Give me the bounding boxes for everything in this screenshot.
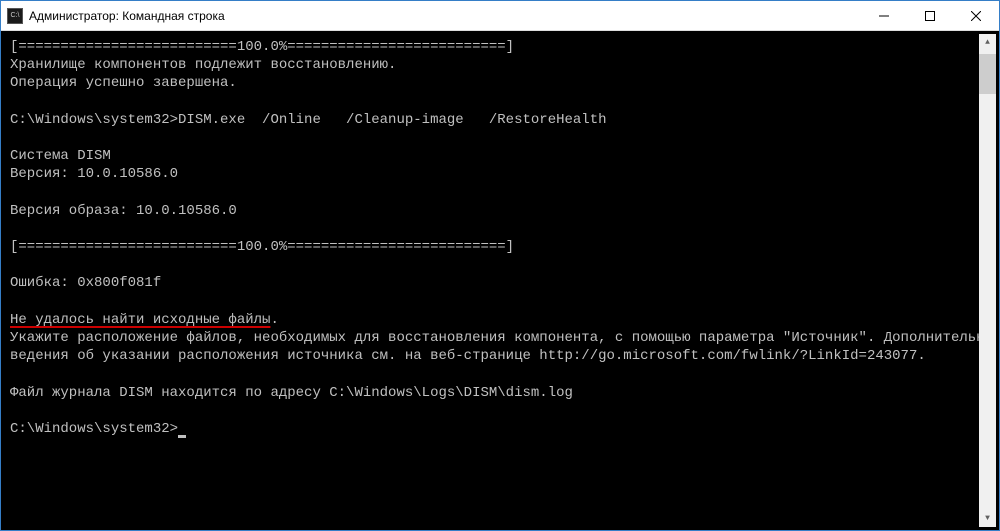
minimize-button[interactable] [861, 1, 907, 30]
maximize-button[interactable] [907, 1, 953, 30]
output-line: Система DISM [10, 148, 111, 164]
scroll-down-arrow-icon[interactable]: ▼ [979, 510, 996, 527]
output-line: Ошибка: 0x800f081f [10, 275, 161, 291]
output-line: . [270, 312, 278, 328]
prompt-line: C:\Windows\system32> [10, 421, 178, 437]
output-line: C:\Windows\system32>DISM.exe /Online /Cl… [10, 112, 607, 128]
output-line: Версия образа: 10.0.10586.0 [10, 203, 237, 219]
cmd-window: C:\ Администратор: Командная строка [===… [0, 0, 1000, 531]
window-controls [861, 1, 999, 30]
output-line: Укажите расположение файлов, необходимых… [10, 330, 996, 346]
scrollbar-thumb[interactable] [979, 54, 996, 94]
output-line: Хранилище компонентов подлежит восстанов… [10, 57, 396, 73]
output-line: Файл журнала DISM находится по адресу C:… [10, 385, 573, 401]
output-line: [==========================100.0%=======… [10, 239, 514, 255]
output-line: ведения об указании расположения источни… [10, 348, 926, 364]
cursor [178, 435, 186, 438]
output-line: Операция успешно завершена. [10, 75, 237, 91]
titlebar[interactable]: C:\ Администратор: Командная строка [1, 1, 999, 31]
scroll-up-arrow-icon[interactable]: ▲ [979, 34, 996, 51]
window-title: Администратор: Командная строка [29, 9, 861, 23]
cmd-icon: C:\ [7, 8, 23, 24]
console-output[interactable]: [==========================100.0%=======… [4, 34, 996, 442]
output-line: Версия: 10.0.10586.0 [10, 166, 178, 182]
close-button[interactable] [953, 1, 999, 30]
output-line: [==========================100.0%=======… [10, 39, 514, 55]
error-underlined: Не удалось найти исходные файлы [10, 312, 270, 328]
vertical-scrollbar[interactable]: ▲ ▼ [979, 34, 996, 527]
